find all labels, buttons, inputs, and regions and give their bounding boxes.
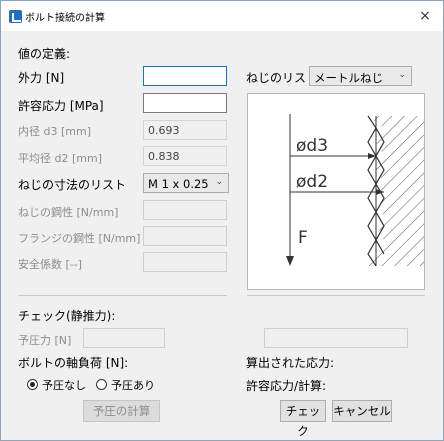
force-label: F bbox=[298, 228, 308, 248]
allowable-stress-label: 許容応力 [MPa] bbox=[18, 99, 104, 113]
thread-diagram: ød3 ød2 F bbox=[247, 93, 425, 290]
chevron-down-icon: ⌄ bbox=[398, 70, 406, 80]
flange-stiffness-label: フランジの鋼性 [N/mm] bbox=[18, 232, 141, 245]
check-button[interactable]: チェック bbox=[280, 400, 326, 438]
screw-stiffness-input[interactable] bbox=[143, 200, 227, 220]
chevron-down-icon: ⌄ bbox=[215, 177, 223, 187]
thread-diagram-svg bbox=[286, 114, 424, 267]
safety-factor-input[interactable] bbox=[143, 252, 227, 272]
inner-diameter-label: 内径 d3 [mm] bbox=[18, 125, 91, 138]
safety-factor-label: 安全係数 [--] bbox=[18, 258, 83, 271]
thread-size-dropdown[interactable]: M 1 x 0.25 ⌄ bbox=[143, 173, 229, 193]
preload-label: 予圧力 [N] bbox=[18, 334, 72, 347]
allowable-stress-input[interactable] bbox=[143, 93, 227, 113]
d3-label: ød3 bbox=[296, 136, 329, 156]
external-force-label: 外力 [N] bbox=[18, 71, 65, 85]
mean-diameter-label: 平均径 d2 [mm] bbox=[18, 152, 102, 165]
cancel-button[interactable]: キャンセル bbox=[332, 400, 392, 422]
thread-list-label: ねじのリスト bbox=[246, 71, 319, 85]
definition-header: 値の定義: bbox=[18, 47, 71, 61]
title-bar: ボルト接続の計算 × bbox=[1, 1, 443, 31]
window-title: ボルト接続の計算 bbox=[25, 13, 105, 24]
separator-right bbox=[247, 295, 425, 296]
separator-left bbox=[18, 295, 227, 296]
d2-label: ød2 bbox=[296, 172, 329, 192]
with-preload-label[interactable]: 予圧あり bbox=[111, 377, 155, 393]
allowable-ratio-label: 許容応力/計算: bbox=[246, 379, 327, 393]
calculated-stress-label: 算出された応力: bbox=[246, 356, 335, 370]
close-icon[interactable]: × bbox=[413, 5, 437, 27]
check-static-header: チェック(静推力): bbox=[18, 309, 116, 323]
app-icon bbox=[9, 10, 22, 23]
preload-calc-button[interactable]: 予圧の計算 bbox=[83, 400, 160, 422]
inner-diameter-field: 0.693 bbox=[143, 120, 227, 140]
dialog-window: ボルト接続の計算 × 値の定義: 外力 [N] 許容応力 [MPa] 内径 d3… bbox=[0, 0, 444, 441]
flange-stiffness-input[interactable] bbox=[143, 226, 227, 246]
thread-list-dropdown[interactable]: メートルねじ ⌄ bbox=[309, 66, 412, 86]
screw-stiffness-label: ねじの鋼性 [N/mm] bbox=[18, 206, 119, 219]
no-preload-radio[interactable] bbox=[27, 379, 38, 390]
no-preload-label[interactable]: 予圧なし bbox=[42, 377, 86, 393]
thread-size-list-label: ねじの寸法のリスト bbox=[18, 178, 127, 192]
with-preload-radio[interactable] bbox=[96, 379, 107, 390]
preload-input[interactable] bbox=[83, 328, 165, 348]
external-force-input[interactable] bbox=[143, 66, 227, 86]
result-field bbox=[264, 328, 408, 348]
mean-diameter-field: 0.838 bbox=[143, 146, 227, 166]
axial-load-header: ボルトの軸負荷 [N]: bbox=[18, 356, 129, 370]
